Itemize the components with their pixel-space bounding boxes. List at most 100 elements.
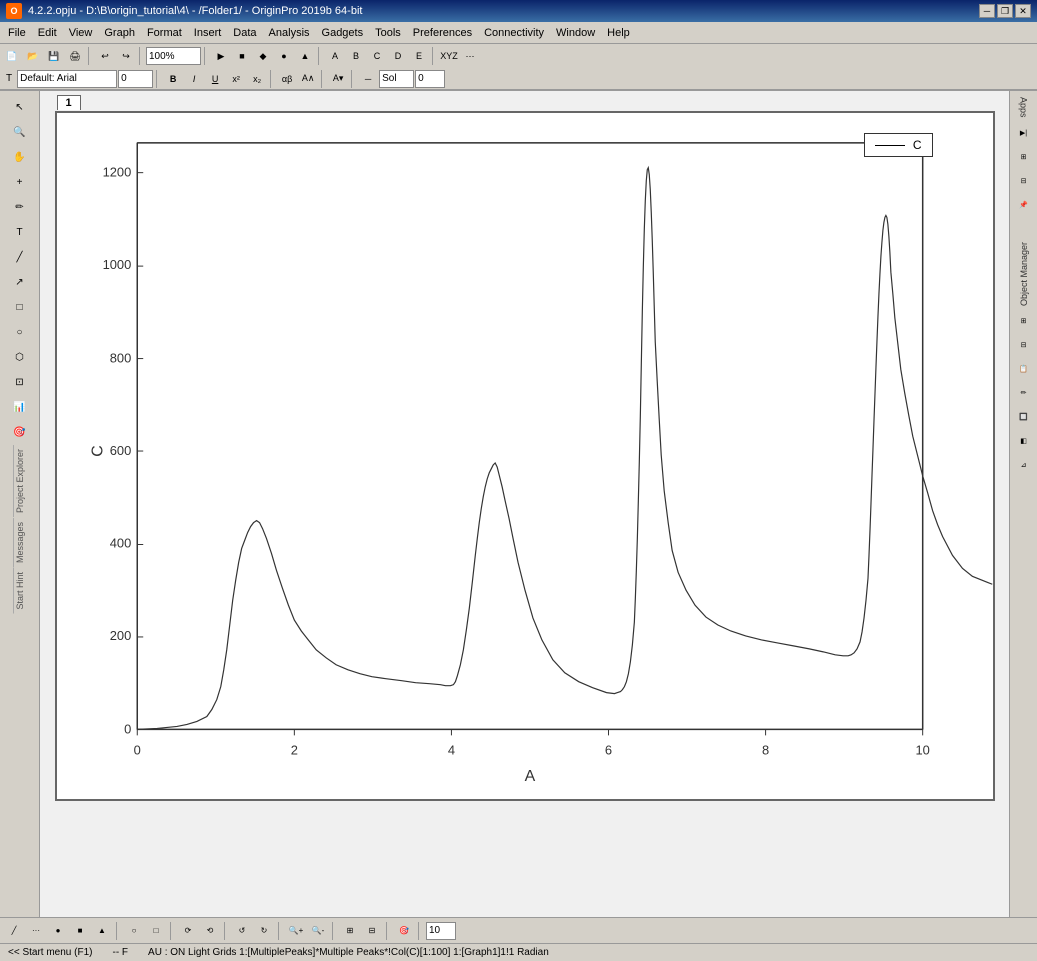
tb-btn-a[interactable]: ▶ [211, 46, 231, 66]
bt-btn-6[interactable]: ○ [124, 921, 144, 941]
polygon-tool[interactable]: ⬡ [6, 345, 34, 369]
superscript-button[interactable]: x² [226, 69, 246, 89]
bt-sep3 [224, 922, 228, 940]
bt-btn-15[interactable]: ⊟ [362, 921, 382, 941]
font-size-input[interactable] [118, 70, 153, 88]
bold-button[interactable]: B [163, 69, 183, 89]
tb-btn-k[interactable]: XYZ [439, 46, 459, 66]
draw-tool[interactable]: ✏ [6, 195, 34, 219]
bt-btn-3[interactable]: ● [48, 921, 68, 941]
bt-btn-2[interactable]: ··· [26, 921, 46, 941]
tb-btn-b[interactable]: ■ [232, 46, 252, 66]
menu-edit[interactable]: Edit [32, 25, 63, 41]
menu-preferences[interactable]: Preferences [407, 25, 478, 41]
tb-btn-d[interactable]: ● [274, 46, 294, 66]
line-style-input[interactable] [379, 70, 414, 88]
menu-help[interactable]: Help [601, 25, 636, 41]
line-style-btn[interactable]: ─ [358, 69, 378, 89]
menu-format[interactable]: Format [141, 25, 188, 41]
redo-button[interactable]: ↪ [116, 46, 136, 66]
menu-file[interactable]: File [2, 25, 32, 41]
right-tool-1[interactable]: ▶| [1013, 122, 1035, 144]
pick-tool[interactable]: 🎯 [6, 420, 34, 444]
menu-graph[interactable]: Graph [98, 25, 141, 41]
new-button[interactable]: 📄 [2, 46, 22, 66]
menu-insert[interactable]: Insert [188, 25, 228, 41]
ellipse-tool[interactable]: ○ [6, 320, 34, 344]
tb-btn-c[interactable]: ◆ [253, 46, 273, 66]
save-button[interactable]: 💾 [44, 46, 64, 66]
bt-btn-13[interactable]: 🔍- [308, 921, 328, 941]
menu-tools[interactable]: Tools [369, 25, 407, 41]
bt-btn-5[interactable]: ▲ [92, 921, 112, 941]
italic-button[interactable]: I [184, 69, 204, 89]
right-tool-4[interactable]: 📌 [1013, 194, 1035, 216]
svg-text:0: 0 [133, 742, 140, 757]
right-tool-6[interactable]: ⊟ [1013, 334, 1035, 356]
pan-tool[interactable]: ✋ [6, 145, 34, 169]
crosshair-tool[interactable]: + [6, 170, 34, 194]
close-button[interactable]: ✕ [1015, 4, 1031, 18]
tb-btn-f[interactable]: A [325, 46, 345, 66]
zoom-input[interactable] [146, 47, 201, 65]
bt-btn-1[interactable]: ╱ [4, 921, 24, 941]
line-tool[interactable]: ╱ [6, 245, 34, 269]
arrow-tool[interactable]: ↗ [6, 270, 34, 294]
bt-btn-9[interactable]: ⟲ [200, 921, 220, 941]
bt-btn-8[interactable]: ⟳ [178, 921, 198, 941]
zoom-tool[interactable]: 🔍 [6, 120, 34, 144]
right-tool-7[interactable]: 📋 [1013, 358, 1035, 380]
tb-btn-g[interactable]: B [346, 46, 366, 66]
right-tool-11[interactable]: ⊿ [1013, 454, 1035, 476]
menu-data[interactable]: Data [227, 25, 262, 41]
tb-btn-l[interactable]: ⋯ [460, 46, 480, 66]
minimize-button[interactable]: ─ [979, 4, 995, 18]
bt-btn-7[interactable]: □ [146, 921, 166, 941]
line-size-input[interactable] [415, 70, 445, 88]
bt-btn-14[interactable]: ⊞ [340, 921, 360, 941]
tb-btn-i[interactable]: D [388, 46, 408, 66]
right-tool-2[interactable]: ⊞ [1013, 146, 1035, 168]
menu-connectivity[interactable]: Connectivity [478, 25, 550, 41]
bt-btn-16[interactable]: 🎯 [394, 921, 414, 941]
graph-tab[interactable]: 1 [57, 95, 81, 110]
bt-btn-11[interactable]: ↻ [254, 921, 274, 941]
font-color-button[interactable]: A▾ [328, 69, 348, 89]
menu-window[interactable]: Window [550, 25, 601, 41]
right-tool-10[interactable]: ◧ [1013, 430, 1035, 452]
svg-text:200: 200 [109, 628, 131, 643]
bt-sep6 [386, 922, 390, 940]
right-tool-5[interactable]: ⊞ [1013, 310, 1035, 332]
menu-analysis[interactable]: Analysis [263, 25, 316, 41]
tb-btn-h[interactable]: C [367, 46, 387, 66]
bt-btn-4[interactable]: ■ [70, 921, 90, 941]
restore-button[interactable]: ❐ [997, 4, 1013, 18]
subscript-button[interactable]: x₂ [247, 69, 267, 89]
data-tool[interactable]: 📊 [6, 395, 34, 419]
open-button[interactable]: 📂 [23, 46, 43, 66]
menu-gadgets[interactable]: Gadgets [316, 25, 370, 41]
font-name-input[interactable] [17, 70, 117, 88]
right-tool-8[interactable]: ✏ [1013, 382, 1035, 404]
right-tool-9[interactable]: 🔲 [1013, 406, 1035, 428]
undo-button[interactable]: ↩ [95, 46, 115, 66]
tb-btn-e[interactable]: ▲ [295, 46, 315, 66]
tb-btn-j[interactable]: E [409, 46, 429, 66]
menu-view[interactable]: View [63, 25, 99, 41]
print-button[interactable]: 🖨 [65, 46, 85, 66]
text-tool[interactable]: T [6, 220, 34, 244]
underline-button[interactable]: U [205, 69, 225, 89]
greek-button[interactable]: αβ [277, 69, 297, 89]
bt-btn-12[interactable]: 🔍+ [286, 921, 306, 941]
pointer-tool[interactable]: ↖ [6, 95, 34, 119]
status-start-menu[interactable]: << Start menu (F1) [8, 947, 92, 958]
bt-sep1 [116, 922, 120, 940]
region-tool[interactable]: ⊡ [6, 370, 34, 394]
rect-tool[interactable]: □ [6, 295, 34, 319]
bt-btn-10[interactable]: ↺ [232, 921, 252, 941]
bt-zoom-input[interactable] [426, 922, 456, 940]
sep6 [156, 70, 160, 88]
symbol-button[interactable]: A∧ [298, 69, 318, 89]
right-tool-3[interactable]: ⊟ [1013, 170, 1035, 192]
window-controls[interactable]: ─ ❐ ✕ [979, 4, 1031, 18]
